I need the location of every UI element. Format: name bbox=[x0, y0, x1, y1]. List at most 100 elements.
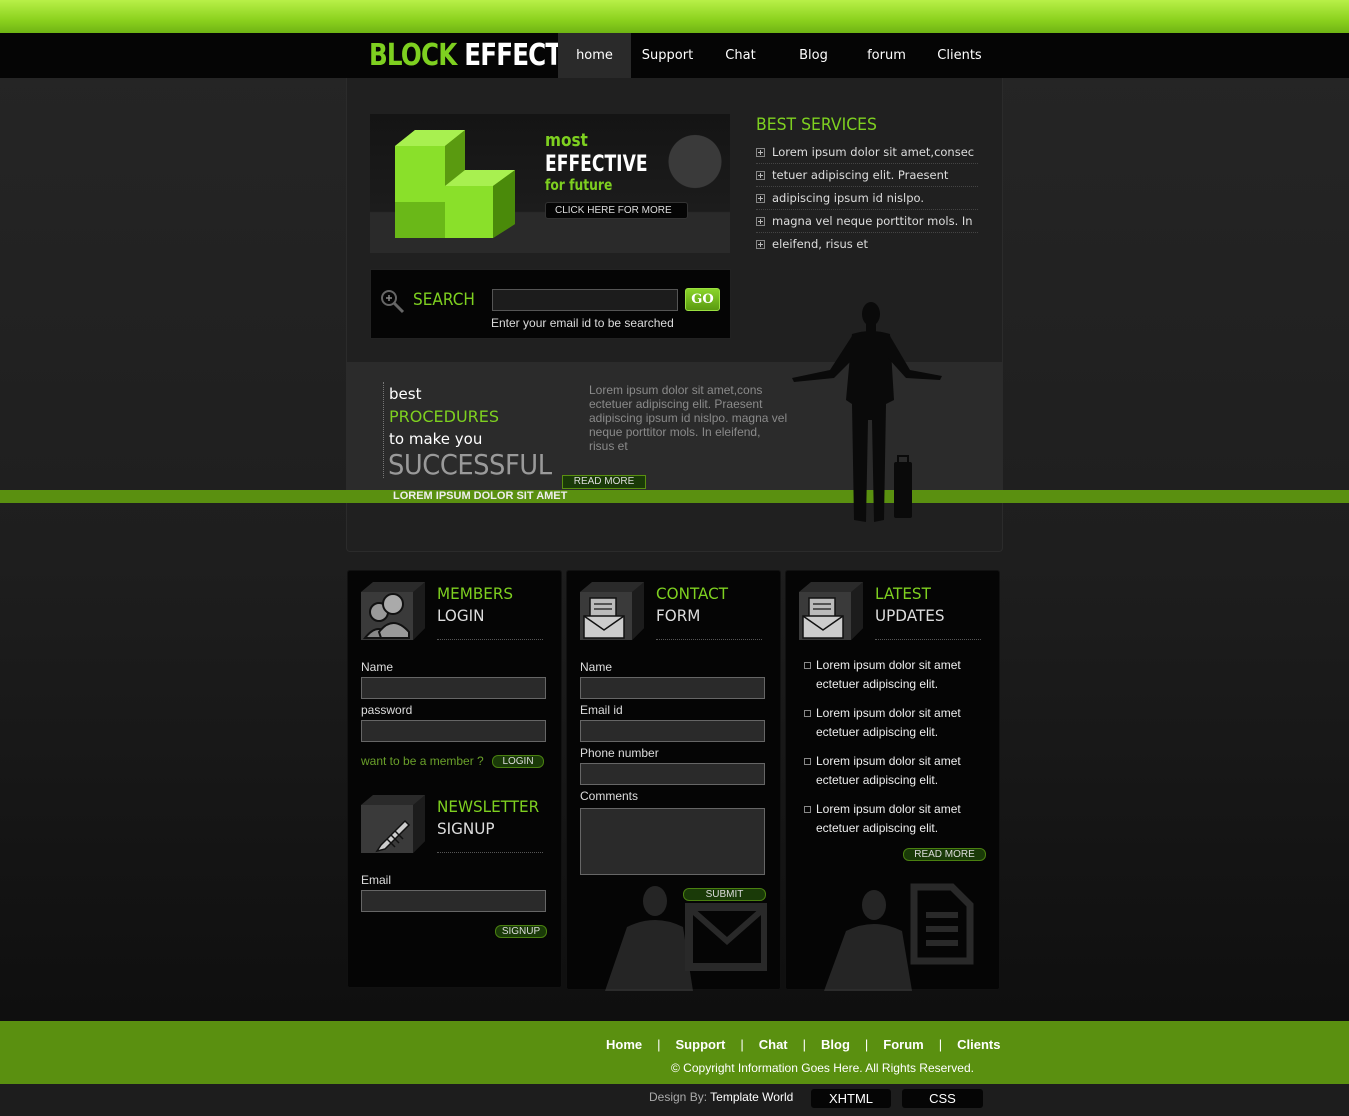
login-password-input[interactable] bbox=[361, 720, 546, 742]
contact-phone-label: Phone number bbox=[580, 746, 659, 760]
read-more-button[interactable]: READ MORE bbox=[562, 475, 646, 489]
service-item[interactable]: adipiscing ipsum id nislpo. bbox=[756, 187, 978, 210]
login-name-input[interactable] bbox=[361, 677, 546, 699]
members-title2: LOGIN bbox=[437, 606, 485, 625]
contact-name-label: Name bbox=[580, 660, 613, 674]
contact-title1: CONTACT bbox=[656, 584, 729, 603]
update-item[interactable]: Lorem ipsum dolor sit amet ectetuer adipi… bbox=[804, 800, 994, 838]
update-line1: Lorem ipsum dolor sit amet bbox=[816, 754, 961, 768]
service-text: Lorem ipsum dolor sit amet,consec bbox=[772, 144, 975, 159]
plus-icon bbox=[756, 170, 765, 180]
contact-email-label: Email id bbox=[580, 703, 623, 717]
proc-text: Lorem ipsum dolor sit amet,cons ectetuer… bbox=[589, 383, 788, 453]
update-line1: Lorem ipsum dolor sit amet bbox=[816, 658, 961, 672]
businessman-silhouette-icon bbox=[792, 302, 942, 522]
search-label: SEARCH bbox=[413, 290, 475, 310]
update-line2: ectetuer adipiscing elit. bbox=[816, 725, 939, 739]
footer-link-clients[interactable]: Clients bbox=[957, 1037, 1000, 1052]
contact-email-input[interactable] bbox=[580, 720, 765, 742]
dotted-divider bbox=[383, 382, 384, 478]
service-item[interactable]: eleifend, risus et bbox=[756, 233, 978, 256]
search-box: SEARCH GO Enter your email id to be sear… bbox=[370, 269, 731, 339]
update-item[interactable]: Lorem ipsum dolor sit amet ectetuer adipi… bbox=[804, 656, 994, 694]
footer-separator: | bbox=[802, 1037, 807, 1052]
updates-list: Lorem ipsum dolor sit amet ectetuer adipi… bbox=[804, 656, 994, 848]
top-accent-bar bbox=[0, 0, 1349, 33]
service-item[interactable]: magna vel neque porttitor mols. In bbox=[756, 210, 978, 233]
member-question[interactable]: want to be a member ? bbox=[361, 754, 484, 768]
xhtml-badge[interactable]: XHTML bbox=[811, 1089, 891, 1108]
members-icon bbox=[361, 582, 425, 640]
update-line2: ectetuer adipiscing elit. bbox=[816, 773, 939, 787]
plus-icon bbox=[756, 216, 765, 226]
footer-link-chat[interactable]: Chat bbox=[759, 1037, 788, 1052]
email-label: Email bbox=[361, 873, 392, 887]
service-text: tetuer adipiscing elit. Praesent bbox=[772, 167, 949, 182]
proc-best: best bbox=[389, 385, 422, 403]
nav-blog[interactable]: Blog bbox=[777, 33, 850, 78]
nav-support[interactable]: Support bbox=[631, 33, 704, 78]
service-item[interactable]: tetuer adipiscing elit. Praesent bbox=[756, 164, 978, 187]
green-cubes-icon bbox=[395, 130, 515, 238]
magnifier-icon bbox=[381, 290, 405, 314]
go-button[interactable]: GO bbox=[685, 288, 720, 311]
members-title1: MEMBERS bbox=[437, 584, 514, 603]
footer-nav: Home | Support | Chat | Blog | Forum | C… bbox=[606, 1037, 1000, 1052]
nav-chat[interactable]: Chat bbox=[704, 33, 777, 78]
design-by-name[interactable]: Template World bbox=[710, 1090, 793, 1104]
search-input[interactable] bbox=[492, 289, 678, 311]
updates-read-more-button[interactable]: READ MORE bbox=[903, 848, 986, 861]
newsletter-email-input[interactable] bbox=[361, 890, 546, 912]
footer-separator: | bbox=[740, 1037, 744, 1052]
update-line2: ectetuer adipiscing elit. bbox=[816, 821, 939, 835]
green-stripe bbox=[0, 490, 1349, 503]
footer-separator: | bbox=[864, 1037, 869, 1052]
footer-link-support[interactable]: Support bbox=[676, 1037, 726, 1052]
footer-link-blog[interactable]: Blog bbox=[821, 1037, 850, 1052]
proc-to-make: to make you bbox=[389, 430, 483, 448]
banner-line1: most bbox=[545, 130, 588, 151]
divider bbox=[437, 852, 543, 853]
nav-home[interactable]: home bbox=[558, 33, 631, 78]
update-line1: Lorem ipsum dolor sit amet bbox=[816, 802, 961, 816]
footer-link-home[interactable]: Home bbox=[606, 1037, 642, 1052]
nav-forum[interactable]: forum bbox=[850, 33, 923, 78]
proc-successful: SUCCESSFUL bbox=[388, 448, 552, 481]
contact-phone-input[interactable] bbox=[580, 763, 765, 785]
hero-banner: most EFFECTIVE for future CLICK HERE FOR… bbox=[370, 114, 730, 253]
newsletter-title1: NEWSLETTER bbox=[437, 797, 540, 816]
footer-separator: | bbox=[657, 1037, 661, 1052]
login-button[interactable]: LOGIN bbox=[492, 755, 544, 768]
css-badge[interactable]: CSS bbox=[902, 1089, 983, 1108]
click-here-button[interactable]: CLICK HERE FOR MORE bbox=[545, 202, 688, 219]
footer-link-forum[interactable]: Forum bbox=[883, 1037, 923, 1052]
main-nav: home Support Chat Blog forum Clients bbox=[558, 33, 996, 78]
submit-button[interactable]: SUBMIT bbox=[683, 888, 766, 901]
name-label: Name bbox=[361, 660, 394, 674]
service-item[interactable]: Lorem ipsum dolor sit amet,consec bbox=[756, 141, 978, 164]
divider bbox=[656, 639, 762, 640]
envelope-document-icon bbox=[799, 582, 863, 640]
logo[interactable]: BLOCK EFFECT bbox=[369, 38, 562, 74]
contact-comments-textarea[interactable] bbox=[580, 808, 765, 875]
updates-title2: UPDATES bbox=[875, 606, 945, 625]
signup-button[interactable]: SIGNUP bbox=[495, 925, 547, 938]
update-item[interactable]: Lorem ipsum dolor sit amet ectetuer adipi… bbox=[804, 752, 994, 790]
tagline: LOREM IPSUM DOLOR SIT AMET bbox=[393, 490, 568, 502]
updates-column: LATEST UPDATES Lorem ipsum dolor sit ame… bbox=[785, 570, 1000, 991]
update-item[interactable]: Lorem ipsum dolor sit amet ectetuer adipi… bbox=[804, 704, 994, 742]
contact-column: CONTACT FORM Name Email id Phone number … bbox=[566, 570, 781, 991]
document-man-graphic bbox=[824, 883, 974, 991]
logo-part2: EFFECT bbox=[464, 38, 562, 73]
contact-name-input[interactable] bbox=[580, 677, 765, 699]
newsletter-title2: SIGNUP bbox=[437, 819, 495, 838]
service-text: eleifend, risus et bbox=[772, 237, 868, 251]
nav-clients[interactable]: Clients bbox=[923, 33, 996, 78]
services-title: BEST SERVICES bbox=[756, 115, 877, 135]
updates-title1: LATEST bbox=[875, 584, 931, 603]
members-column: MEMBERS LOGIN Name password want to be a… bbox=[347, 570, 562, 988]
update-line2: ectetuer adipiscing elit. bbox=[816, 677, 939, 691]
divider bbox=[437, 639, 543, 640]
newsletter-icon bbox=[361, 795, 425, 853]
banner-line3: for future bbox=[545, 176, 613, 194]
